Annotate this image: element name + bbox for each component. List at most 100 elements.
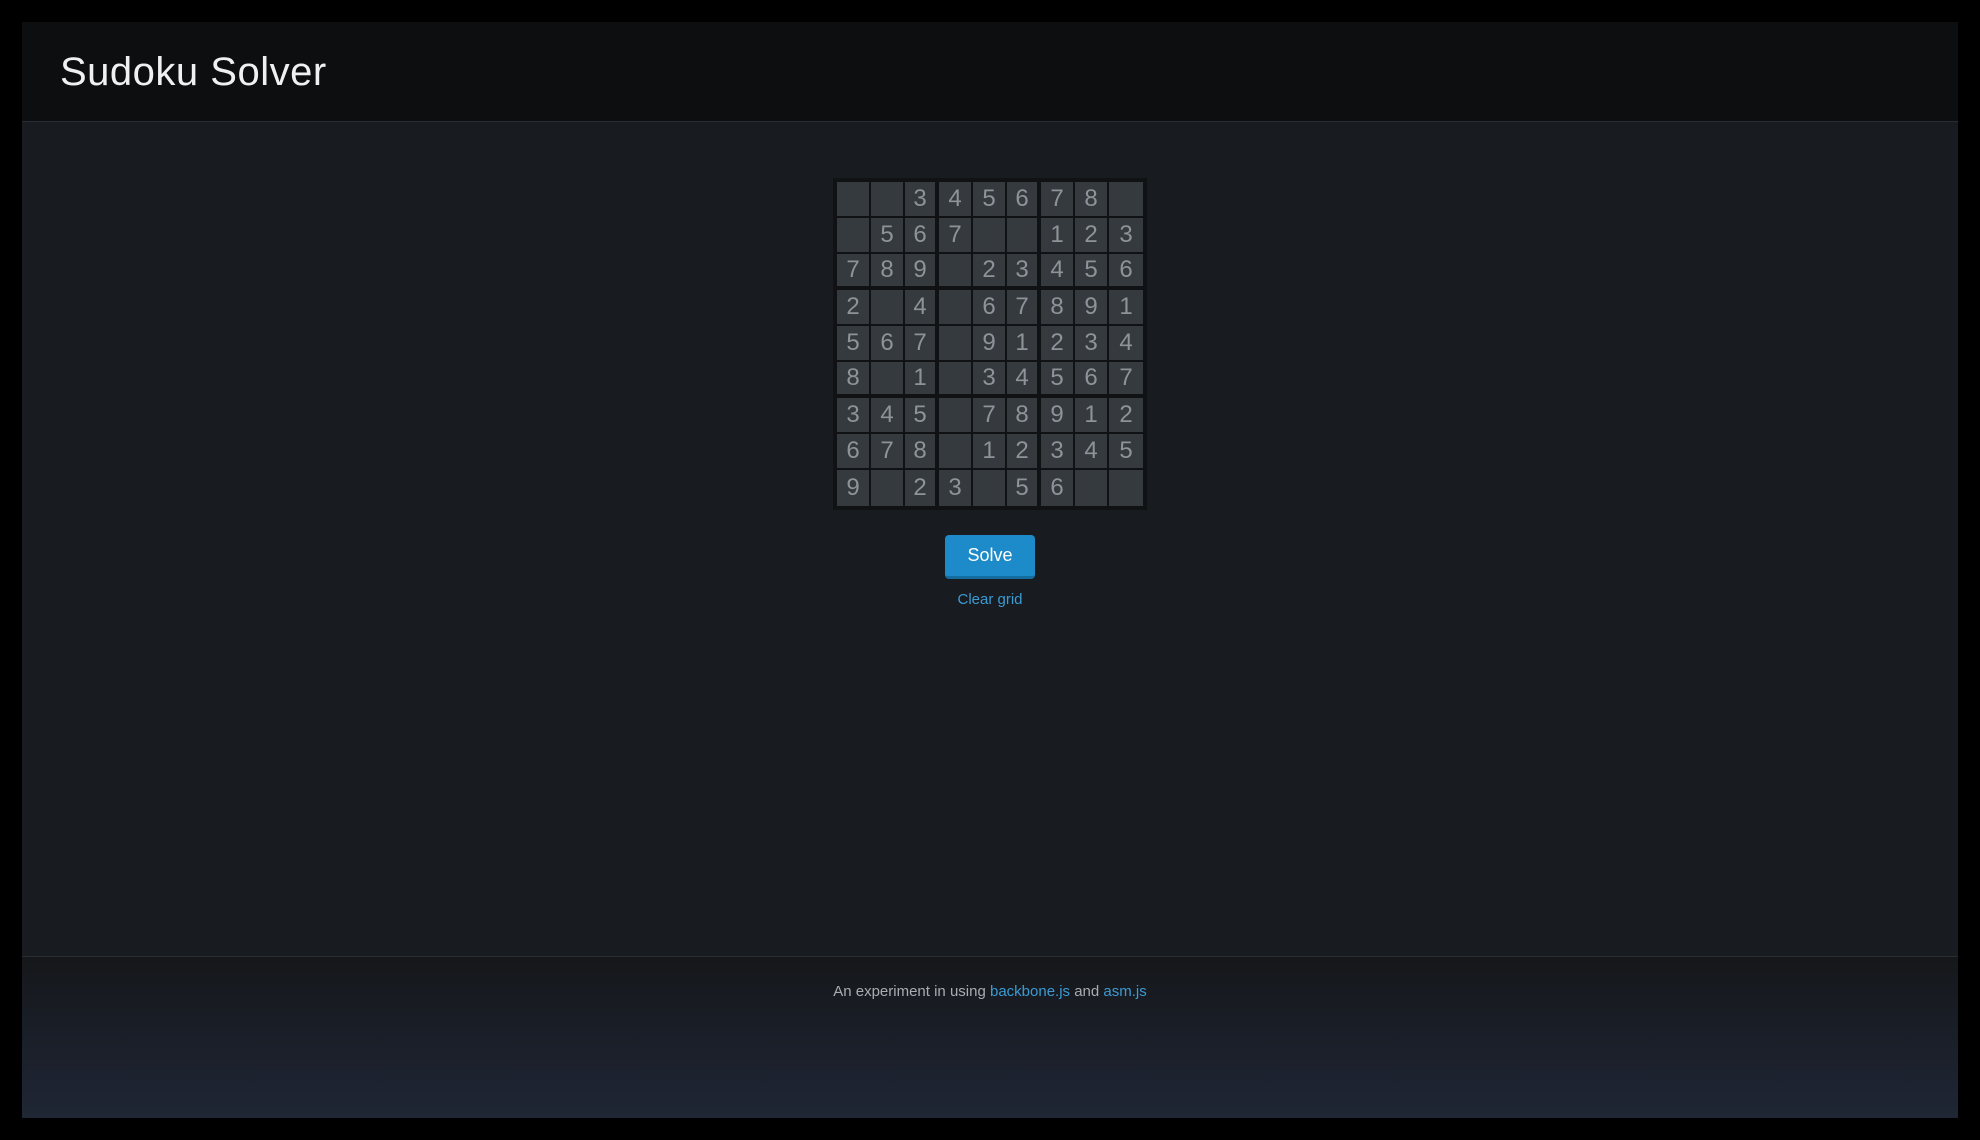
- sudoku-cell[interactable]: [871, 290, 905, 326]
- asmjs-link[interactable]: asm.js: [1103, 983, 1146, 1000]
- sudoku-cell[interactable]: [871, 470, 905, 506]
- sudoku-cell[interactable]: [837, 218, 871, 254]
- sudoku-cell[interactable]: 5: [871, 218, 905, 254]
- sudoku-cell[interactable]: 2: [905, 470, 939, 506]
- sudoku-cell[interactable]: [837, 182, 871, 218]
- sudoku-cell[interactable]: 8: [1075, 182, 1109, 218]
- sudoku-cell[interactable]: 6: [1041, 470, 1075, 506]
- sudoku-cell[interactable]: 9: [973, 326, 1007, 362]
- sudoku-cell[interactable]: 2: [1075, 218, 1109, 254]
- sudoku-cell[interactable]: [939, 290, 973, 326]
- sudoku-cell[interactable]: 2: [1109, 398, 1143, 434]
- sudoku-cell[interactable]: 5: [905, 398, 939, 434]
- sudoku-cell[interactable]: 1: [1075, 398, 1109, 434]
- sudoku-cell[interactable]: 1: [1109, 290, 1143, 326]
- sudoku-row: 5 6 7 9 1 2 3 4: [837, 326, 1143, 362]
- sudoku-cell[interactable]: 7: [871, 434, 905, 470]
- sudoku-cell[interactable]: [973, 470, 1007, 506]
- sudoku-cell[interactable]: 8: [837, 362, 871, 398]
- sudoku-cell[interactable]: 5: [837, 326, 871, 362]
- sudoku-cell[interactable]: 3: [1075, 326, 1109, 362]
- header: Sudoku Solver: [22, 22, 1958, 122]
- sudoku-cell[interactable]: 4: [1109, 326, 1143, 362]
- app-frame: Sudoku Solver 3 4 5 6 7 8: [22, 22, 1958, 1118]
- sudoku-cell[interactable]: 9: [905, 254, 939, 290]
- sudoku-cell[interactable]: 8: [1007, 398, 1041, 434]
- backbone-link[interactable]: backbone.js: [990, 983, 1070, 1000]
- sudoku-cell[interactable]: 5: [1075, 254, 1109, 290]
- sudoku-cell[interactable]: [939, 398, 973, 434]
- page-title: Sudoku Solver: [60, 50, 1920, 95]
- sudoku-cell[interactable]: 5: [1109, 434, 1143, 470]
- sudoku-cell[interactable]: [939, 326, 973, 362]
- sudoku-cell[interactable]: 6: [1075, 362, 1109, 398]
- sudoku-cell[interactable]: 4: [1075, 434, 1109, 470]
- sudoku-cell[interactable]: 3: [905, 182, 939, 218]
- sudoku-cell[interactable]: 5: [1041, 362, 1075, 398]
- sudoku-cell[interactable]: 6: [837, 434, 871, 470]
- sudoku-cell[interactable]: 6: [905, 218, 939, 254]
- sudoku-row: 5 6 7 1 2 3: [837, 218, 1143, 254]
- sudoku-cell[interactable]: [1007, 218, 1041, 254]
- sudoku-cell[interactable]: 9: [837, 470, 871, 506]
- sudoku-cell[interactable]: [939, 362, 973, 398]
- sudoku-cell[interactable]: 8: [1041, 290, 1075, 326]
- sudoku-cell[interactable]: [973, 218, 1007, 254]
- footer: An experiment in using backbone.js and a…: [22, 956, 1958, 1118]
- sudoku-cell[interactable]: 8: [905, 434, 939, 470]
- sudoku-row: 9 2 3 5 6: [837, 470, 1143, 506]
- sudoku-cell[interactable]: 7: [1041, 182, 1075, 218]
- sudoku-cell[interactable]: 2: [1041, 326, 1075, 362]
- sudoku-board-wrap: 3 4 5 6 7 8 5 6 7: [833, 178, 1147, 510]
- sudoku-cell[interactable]: 4: [871, 398, 905, 434]
- sudoku-cell[interactable]: 7: [973, 398, 1007, 434]
- sudoku-row: 6 7 8 1 2 3 4 5: [837, 434, 1143, 470]
- sudoku-cell[interactable]: [1109, 470, 1143, 506]
- sudoku-cell[interactable]: 1: [905, 362, 939, 398]
- clear-grid-link[interactable]: Clear grid: [22, 591, 1958, 608]
- sudoku-cell[interactable]: 6: [1007, 182, 1041, 218]
- sudoku-cell[interactable]: 2: [1007, 434, 1041, 470]
- sudoku-cell[interactable]: 1: [1007, 326, 1041, 362]
- sudoku-cell[interactable]: 6: [973, 290, 1007, 326]
- sudoku-cell[interactable]: [1109, 182, 1143, 218]
- sudoku-row: 2 4 6 7 8 9 1: [837, 290, 1143, 326]
- sudoku-cell[interactable]: 4: [1041, 254, 1075, 290]
- sudoku-cell[interactable]: 3: [973, 362, 1007, 398]
- sudoku-cell[interactable]: [939, 434, 973, 470]
- sudoku-cell[interactable]: 2: [837, 290, 871, 326]
- sudoku-cell[interactable]: 4: [1007, 362, 1041, 398]
- sudoku-board: 3 4 5 6 7 8 5 6 7: [837, 182, 1143, 506]
- sudoku-cell[interactable]: [871, 362, 905, 398]
- sudoku-cell[interactable]: [939, 254, 973, 290]
- sudoku-cell[interactable]: 9: [1041, 398, 1075, 434]
- sudoku-cell[interactable]: 7: [837, 254, 871, 290]
- sudoku-cell[interactable]: 6: [871, 326, 905, 362]
- sudoku-cell[interactable]: 1: [973, 434, 1007, 470]
- sudoku-cell[interactable]: 3: [1007, 254, 1041, 290]
- sudoku-cell[interactable]: 4: [905, 290, 939, 326]
- sudoku-cell[interactable]: [871, 182, 905, 218]
- sudoku-cell[interactable]: 8: [871, 254, 905, 290]
- footer-text: and: [1070, 983, 1103, 1000]
- sudoku-cell[interactable]: 3: [939, 470, 973, 506]
- sudoku-cell[interactable]: 7: [905, 326, 939, 362]
- solve-button[interactable]: Solve: [945, 535, 1034, 579]
- sudoku-cell[interactable]: 1: [1041, 218, 1075, 254]
- sudoku-cell[interactable]: [1075, 470, 1109, 506]
- sudoku-cell[interactable]: 3: [837, 398, 871, 434]
- sudoku-cell[interactable]: 4: [939, 182, 973, 218]
- sudoku-cell[interactable]: 7: [1109, 362, 1143, 398]
- sudoku-cell[interactable]: 9: [1075, 290, 1109, 326]
- sudoku-cell[interactable]: 5: [973, 182, 1007, 218]
- sudoku-cell[interactable]: 2: [973, 254, 1007, 290]
- sudoku-cell[interactable]: 7: [939, 218, 973, 254]
- sudoku-row: 3 4 5 6 7 8: [837, 182, 1143, 218]
- sudoku-cell[interactable]: 7: [1007, 290, 1041, 326]
- sudoku-cell[interactable]: 6: [1109, 254, 1143, 290]
- sudoku-row: 8 1 3 4 5 6 7: [837, 362, 1143, 398]
- sudoku-row: 7 8 9 2 3 4 5 6: [837, 254, 1143, 290]
- sudoku-cell[interactable]: 5: [1007, 470, 1041, 506]
- sudoku-cell[interactable]: 3: [1041, 434, 1075, 470]
- sudoku-cell[interactable]: 3: [1109, 218, 1143, 254]
